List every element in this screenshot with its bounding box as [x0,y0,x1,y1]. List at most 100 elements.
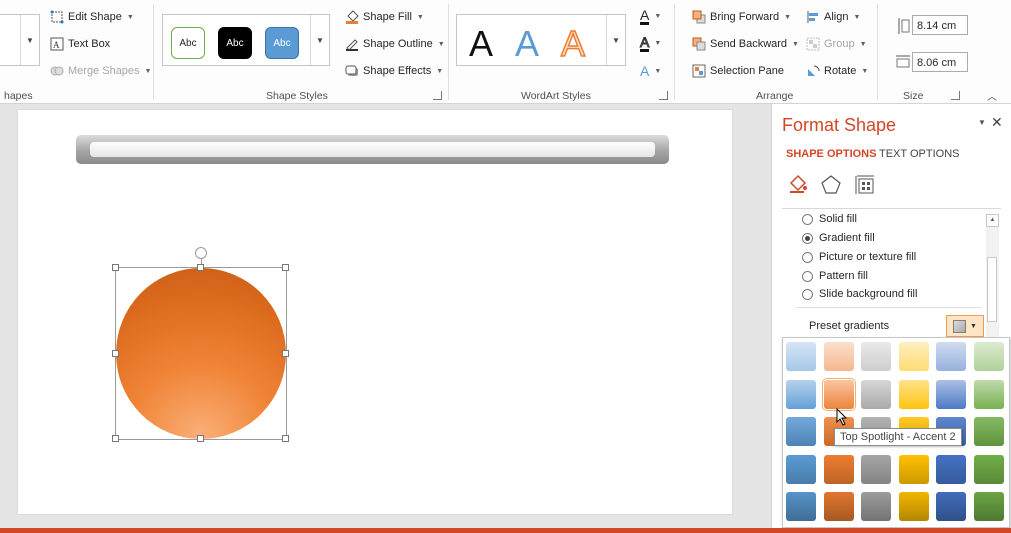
selection-pane-button[interactable]: Selection Pane [692,61,784,81]
dialog-launcher-icon[interactable] [659,91,668,100]
rotate-button[interactable]: Rotate ▼ [806,61,868,81]
slide[interactable] [18,110,732,514]
radio-button[interactable] [802,232,813,244]
radio-slide-background-fill[interactable]: Slide background fill [802,288,917,300]
gradient-swatch[interactable] [973,492,1004,521]
shape-effects-label: Shape Effects [363,65,432,77]
align-label: Align [824,11,849,23]
gradient-swatch[interactable] [823,492,854,521]
gradient-swatch[interactable] [973,417,1004,446]
resize-handle[interactable] [282,264,289,271]
selected-circle-shape[interactable] [112,247,289,442]
shape-styles-gallery[interactable]: Abc Abc Abc ▼ [162,14,330,66]
gradient-swatch[interactable] [786,454,816,484]
gradient-swatch[interactable] [936,379,966,409]
resize-handle[interactable] [197,435,204,442]
radio-picture-fill[interactable]: Picture or texture fill [802,251,916,263]
selection-pane-icon [692,64,706,78]
wordart-style[interactable]: A [560,24,586,64]
gradient-swatch[interactable] [786,417,816,446]
radio-button[interactable] [802,270,813,282]
gradient-swatch[interactable] [898,379,929,409]
gradient-swatch[interactable] [936,454,966,484]
radio-pattern-fill[interactable]: Pattern fill [802,270,868,282]
resize-handle[interactable] [282,435,289,442]
size-properties-icon[interactable] [854,174,876,199]
resize-handle[interactable] [197,264,204,271]
dialog-launcher-icon[interactable] [951,91,960,100]
gradient-swatch[interactable] [936,492,966,521]
size-group-label: Size [903,90,924,102]
pane-tab-underline [782,208,1001,209]
radio-button[interactable] [802,251,813,263]
gray-bar-shape[interactable] [76,135,669,164]
gradient-swatch[interactable] [823,454,854,484]
text-outline-button[interactable]: A ▼ [639,33,661,53]
edit-shape-button[interactable]: Edit Shape ▼ [50,7,134,27]
shape-fill-button[interactable]: Shape Fill ▼ [345,7,424,27]
gradient-swatch[interactable] [861,454,891,484]
gradient-swatch[interactable] [973,342,1004,371]
scroll-up-button[interactable]: ▲ [986,214,999,227]
scroll-thumb[interactable] [987,257,997,322]
tab-shape-options[interactable]: SHAPE OPTIONS [786,148,876,160]
gradient-swatch[interactable] [973,454,1004,484]
merge-shapes-button[interactable]: Merge Shapes ▼ [50,61,151,81]
group-button[interactable]: Group ▼ [806,34,867,54]
shape-style-tile[interactable]: Abc [218,27,252,59]
resize-handle[interactable] [112,435,119,442]
gallery-more-button[interactable]: ▼ [606,15,625,65]
radio-label: Pattern fill [819,270,868,282]
wordart-style[interactable]: A [515,25,539,63]
tab-text-options[interactable]: TEXT OPTIONS [879,148,959,160]
collapse-ribbon-icon[interactable]: ︿ [987,88,997,103]
gradient-swatch[interactable] [898,454,929,484]
text-box-button[interactable]: A Text Box [50,34,110,54]
gradient-swatch[interactable] [861,492,891,521]
radio-button[interactable] [802,213,813,225]
gradient-swatch[interactable] [786,492,816,521]
resize-handle[interactable] [112,264,119,271]
orange-circle[interactable] [116,268,286,439]
fill-line-icon[interactable] [786,174,808,199]
gradient-swatch[interactable] [936,342,966,371]
text-fill-button[interactable]: A ▼ [640,6,661,26]
resize-handle[interactable] [112,350,119,357]
shape-effects-button[interactable]: Shape Effects ▼ [345,61,443,81]
gradient-swatch[interactable] [786,342,816,371]
gradient-swatch[interactable] [821,377,856,411]
resize-handle[interactable] [282,350,289,357]
radio-solid-fill[interactable]: Solid fill [802,213,857,225]
shape-height-input[interactable]: 8.14 cm [912,15,968,35]
gradient-swatch[interactable] [973,379,1004,409]
gradient-swatch[interactable] [861,342,891,371]
wordart-gallery[interactable]: A A A ▼ [456,14,626,66]
shape-style-tile[interactable]: Abc [171,27,205,59]
gradient-swatch[interactable] [898,342,929,371]
send-backward-button[interactable]: Send Backward ▼ [692,34,799,54]
gallery-more-button[interactable]: ▼ [310,15,329,65]
dialog-launcher-icon[interactable] [433,91,442,100]
rotation-handle[interactable] [195,247,207,259]
shape-style-tile[interactable]: Abc [265,27,299,59]
text-effects-button[interactable]: A ▼ [640,61,661,81]
preset-gradients-button[interactable]: ▼ [946,315,984,337]
pane-options-chevron-icon[interactable]: ▼ [978,118,986,127]
gradient-swatch[interactable] [898,492,929,521]
wordart-style[interactable]: A [469,25,493,63]
gradient-swatch[interactable] [823,342,854,371]
effects-pentagon-icon[interactable] [820,174,842,199]
close-icon[interactable]: ✕ [991,114,1003,131]
shape-outline-button[interactable]: Shape Outline ▼ [345,34,445,54]
align-button[interactable]: Align ▼ [806,7,860,27]
radio-gradient-fill[interactable]: Gradient fill [802,232,875,244]
radio-button[interactable] [802,288,813,300]
bring-forward-button[interactable]: Bring Forward ▼ [692,7,791,27]
gradient-swatch[interactable] [786,379,816,409]
shape-width-input[interactable]: 8.06 cm [912,52,968,72]
group-label: Group [824,38,855,50]
gradient-swatch[interactable] [861,379,891,409]
gallery-more-button[interactable]: ▼ [20,15,39,65]
radio-label: Gradient fill [819,232,875,244]
shapes-gallery[interactable]: ▼ [0,14,40,66]
